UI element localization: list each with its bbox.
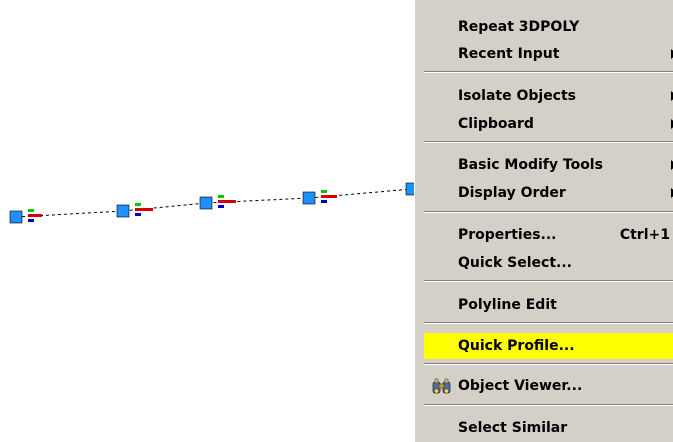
menu-item-label: Properties... — [458, 227, 557, 243]
grip-marker[interactable] — [9, 209, 42, 224]
menu-item-clipboard[interactable]: Clipboard — [424, 111, 673, 137]
menu-item-repeat-3dpoly[interactable]: Repeat 3DPOLY — [424, 14, 673, 40]
menu-item-recent-input[interactable]: Recent Input — [424, 41, 673, 67]
menu-item-label: Recent Input — [458, 46, 560, 62]
menu-separator — [424, 71, 673, 73]
grip-marker[interactable] — [199, 195, 236, 210]
grip-marker[interactable] — [116, 203, 153, 218]
menu-item-label: Isolate Objects — [458, 88, 577, 104]
menu-item-polyline-edit[interactable]: Polyline Edit — [424, 292, 673, 318]
context-menu: Repeat 3DPOLY Recent Input Isolate Objec… — [414, 0, 673, 442]
menu-item-label: Quick Profile... — [458, 338, 575, 354]
menu-item-quick-select[interactable]: Quick Select... — [424, 250, 673, 276]
menu-item-label: Repeat 3DPOLY — [458, 19, 580, 35]
menu-separator — [424, 141, 673, 143]
3dpolyline[interactable] — [15, 188, 413, 218]
menu-item-object-viewer[interactable]: Object Viewer... — [424, 373, 673, 399]
menu-separator — [424, 363, 673, 365]
menu-item-label: Object Viewer... — [458, 378, 583, 394]
menu-item-label: Quick Select... — [458, 255, 572, 271]
menu-separator — [424, 322, 673, 324]
menu-item-label: Polyline Edit — [458, 297, 557, 313]
menu-item-properties[interactable]: Properties... Ctrl+1 — [424, 222, 673, 248]
menu-item-isolate-objects[interactable]: Isolate Objects — [424, 83, 673, 109]
menu-item-basic-modify-tools[interactable]: Basic Modify Tools — [424, 152, 673, 178]
menu-item-quick-profile[interactable]: Quick Profile... — [424, 333, 673, 359]
menu-item-label: Display Order — [458, 185, 566, 201]
binoculars-icon — [432, 378, 451, 394]
menu-item-label: Clipboard — [458, 116, 534, 132]
menu-item-select-similar[interactable]: Select Similar — [424, 415, 673, 441]
menu-item-display-order[interactable]: Display Order — [424, 180, 673, 206]
menu-separator — [424, 211, 673, 213]
grip-marker[interactable] — [302, 190, 337, 205]
shortcut-label: Ctrl+1 — [619, 227, 670, 243]
menu-item-label: Select Similar — [458, 420, 568, 436]
menu-separator — [424, 404, 673, 406]
menu-item-label: Basic Modify Tools — [458, 157, 603, 173]
menu-separator — [424, 280, 673, 282]
